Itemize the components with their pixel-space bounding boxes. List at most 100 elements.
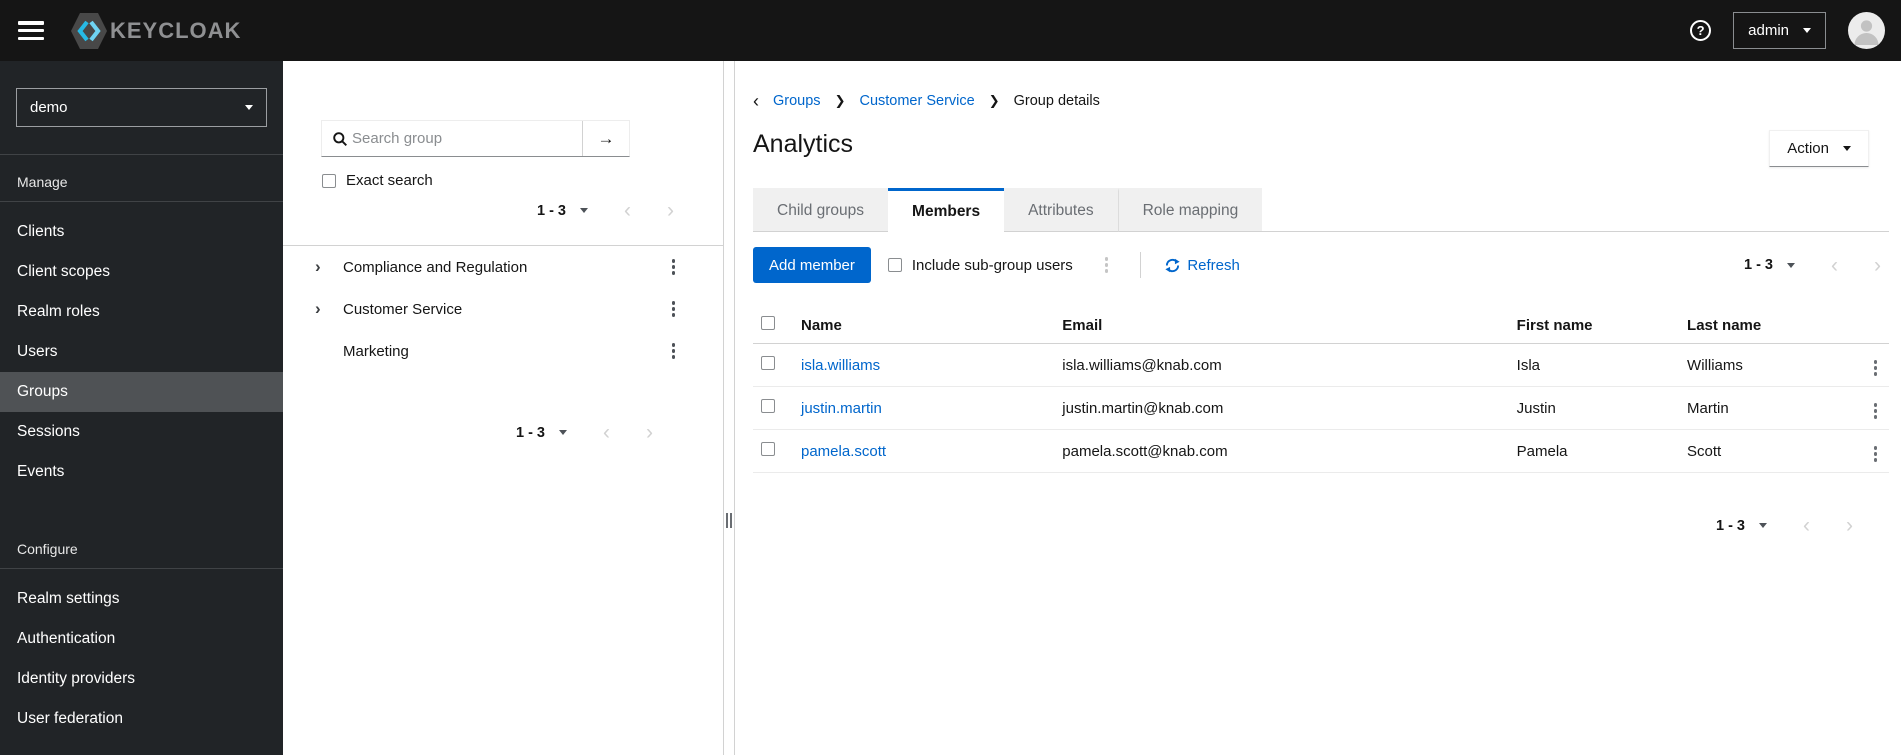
kebab-menu-icon[interactable] [668, 255, 680, 279]
kebab-menu-icon[interactable] [668, 339, 680, 363]
pagination-next-icon[interactable]: › [667, 200, 674, 221]
realm-selector-value: demo [30, 99, 68, 116]
sidebar-item-client-scopes[interactable]: Client scopes [0, 252, 283, 292]
member-first-name: Isla [1516, 356, 1540, 374]
breadcrumb-link-groups[interactable]: Groups [773, 93, 821, 109]
expand-chevron-icon[interactable]: › [315, 299, 343, 319]
pagination-options-icon[interactable] [1787, 262, 1795, 268]
column-header-email: Email [1062, 316, 1103, 334]
tree-item-label[interactable]: Compliance and Regulation [343, 259, 668, 276]
kebab-menu-icon[interactable] [668, 297, 680, 321]
chevron-right-icon: ❯ [834, 93, 846, 108]
user-menu-label: admin [1748, 22, 1789, 39]
search-icon [322, 121, 352, 156]
member-username-link[interactable]: isla.williams [801, 357, 880, 374]
exact-search-label: Exact search [346, 172, 433, 189]
tree-item[interactable]: › Customer Service [283, 288, 723, 330]
sidebar-item-groups[interactable]: Groups [0, 372, 283, 412]
pagination-next-icon[interactable]: › [646, 422, 653, 443]
sidebar-item-realm-settings[interactable]: Realm settings [0, 579, 283, 619]
tree-item[interactable]: Marketing [283, 330, 723, 372]
pagination-prev-icon[interactable]: ‹ [624, 200, 631, 221]
chevron-right-icon: ❯ [988, 93, 1000, 108]
avatar[interactable] [1848, 12, 1885, 49]
tab-role-mapping[interactable]: Role mapping [1117, 188, 1263, 232]
add-member-button[interactable]: Add member [753, 247, 871, 283]
pagination-next-icon[interactable]: › [1846, 515, 1853, 536]
pagination-range: 1 - 3 [536, 202, 566, 219]
pagination-range: 1 - 3 [1743, 257, 1773, 273]
pagination-prev-icon[interactable]: ‹ [603, 422, 610, 443]
tab-child-groups[interactable]: Child groups [753, 188, 889, 232]
member-email: justin.martin@knab.com [1062, 399, 1224, 417]
tree-item-label[interactable]: Marketing [343, 343, 668, 360]
sidebar-item-user-federation[interactable]: User federation [0, 699, 283, 739]
tab-members[interactable]: Members [888, 188, 1005, 232]
expand-chevron-icon[interactable]: › [315, 257, 343, 277]
member-last-name: Scott [1687, 442, 1722, 460]
member-first-name: Pamela [1516, 442, 1568, 460]
row-checkbox[interactable] [761, 442, 775, 456]
action-dropdown-button[interactable]: Action [1769, 130, 1869, 167]
sidebar-item-events[interactable]: Events [0, 452, 283, 492]
member-last-name: Williams [1687, 356, 1743, 374]
pagination-prev-icon[interactable]: ‹ [1831, 255, 1838, 276]
table-header-row: Name Email First name Last name [753, 307, 1889, 344]
panel-resizer-handle[interactable] [724, 61, 735, 755]
top-bar: KEYCLOAK ? admin [0, 0, 1901, 61]
pagination-options-icon[interactable] [1759, 523, 1767, 528]
search-group-input[interactable] [352, 121, 582, 156]
table-row: justin.martin justin.martin@knab.com Jus… [753, 387, 1889, 430]
pagination-options-icon[interactable] [559, 430, 567, 435]
keycloak-hexagon-icon [71, 12, 107, 49]
breadcrumb-back-icon[interactable]: ‹ [753, 92, 759, 110]
table-row: pamela.scott pamela.scott@knab.com Pamel… [753, 430, 1889, 473]
sidebar-item-realm-roles[interactable]: Realm roles [0, 292, 283, 332]
sidebar-item-identity-providers[interactable]: Identity providers [0, 659, 283, 699]
breadcrumb-link-customer-service[interactable]: Customer Service [859, 93, 974, 109]
realm-selector[interactable]: demo [16, 88, 267, 127]
column-header-last-name: Last name [1687, 316, 1762, 334]
search-submit-button[interactable]: → [582, 121, 629, 156]
group-details-main: ‹ Groups ❯ Customer Service ❯ Group deta… [735, 61, 1901, 755]
pagination-next-icon[interactable]: › [1874, 255, 1881, 276]
member-username-link[interactable]: pamela.scott [801, 443, 886, 460]
row-checkbox[interactable] [761, 356, 775, 370]
help-icon[interactable]: ? [1690, 20, 1712, 41]
pagination-range: 1 - 3 [515, 424, 545, 441]
table-row: isla.williams isla.williams@knab.com Isl… [753, 344, 1889, 387]
row-checkbox[interactable] [761, 399, 775, 413]
include-subgroup-checkbox[interactable] [887, 258, 902, 272]
tree-item-label[interactable]: Customer Service [343, 301, 668, 318]
sidebar-item-authentication[interactable]: Authentication [0, 619, 283, 659]
member-username-link[interactable]: justin.martin [801, 400, 882, 417]
toolbar-kebab-menu-icon[interactable] [1101, 253, 1113, 277]
chevron-down-icon [1843, 146, 1851, 151]
select-all-checkbox[interactable] [761, 316, 775, 330]
exact-search-checkbox[interactable] [322, 173, 336, 188]
sidebar-item-sessions[interactable]: Sessions [0, 412, 283, 452]
pagination-prev-icon[interactable]: ‹ [1803, 515, 1810, 536]
refresh-button[interactable]: Refresh [1165, 257, 1240, 274]
chevron-down-icon [245, 105, 253, 110]
hamburger-menu-icon[interactable] [18, 21, 44, 40]
members-toolbar: Add member Include sub-group users Refre… [753, 244, 1889, 286]
brand-text: KEYCLOAK [110, 17, 242, 43]
column-header-first-name: First name [1516, 316, 1593, 334]
group-tabs: Child groups Members Attributes Role map… [753, 188, 1889, 232]
keycloak-logo[interactable]: KEYCLOAK [70, 11, 241, 51]
refresh-label: Refresh [1187, 256, 1240, 274]
column-header-name: Name [801, 316, 842, 334]
sidebar-nav: demo Manage Clients Client scopes Realm … [0, 61, 283, 755]
table-pagination-top: 1 - 3 ‹ › [1744, 255, 1889, 276]
row-kebab-menu-icon[interactable] [1870, 399, 1882, 423]
user-menu-dropdown[interactable]: admin [1733, 12, 1826, 49]
breadcrumb: ‹ Groups ❯ Customer Service ❯ Group deta… [753, 92, 1889, 110]
tab-attributes[interactable]: Attributes [1004, 188, 1118, 232]
pagination-options-icon[interactable] [580, 208, 588, 213]
sidebar-item-users[interactable]: Users [0, 332, 283, 372]
row-kebab-menu-icon[interactable] [1870, 356, 1882, 380]
sidebar-item-clients[interactable]: Clients [0, 212, 283, 252]
tree-item[interactable]: › Compliance and Regulation [283, 246, 723, 288]
row-kebab-menu-icon[interactable] [1870, 442, 1882, 466]
